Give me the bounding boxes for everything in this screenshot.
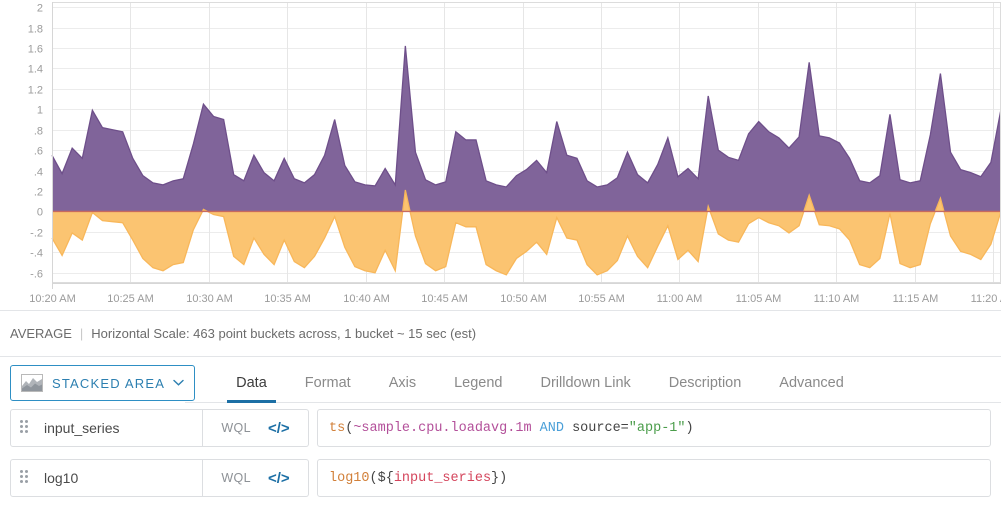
tab-label: Advanced xyxy=(779,375,844,391)
tab-description[interactable]: Description xyxy=(650,357,761,409)
x-tick-label: 10:45 AM xyxy=(421,293,467,305)
tab-label: Drilldown Link xyxy=(540,375,631,391)
tab-format[interactable]: Format xyxy=(286,357,370,409)
x-tick-label: 11:00 AM xyxy=(657,293,703,305)
y-tick-label: .8 xyxy=(34,126,43,138)
query-token: ~sample.cpu.loadavg.1m xyxy=(353,420,532,436)
y-tick-label: 1.2 xyxy=(28,85,43,97)
x-tick-label: 11:10 AM xyxy=(814,293,860,305)
tab-label: Data xyxy=(236,375,267,391)
chart-config-toolbar: STACKED AREA Data Format Axis Legend Drilldo… xyxy=(0,357,1001,409)
series-name-label: log10 xyxy=(44,470,79,486)
query-language-label[interactable]: WQL xyxy=(221,421,251,435)
tab-data[interactable]: Data xyxy=(217,357,286,409)
query-token: log10 xyxy=(329,470,370,486)
query-token: input_series xyxy=(393,470,492,486)
query-token xyxy=(564,421,572,436)
query-token: ( xyxy=(345,420,354,436)
drag-handle-icon[interactable] xyxy=(20,470,32,486)
series-name-field[interactable]: log10 xyxy=(10,459,203,497)
query-language-label[interactable]: WQL xyxy=(221,471,251,485)
query-token xyxy=(532,421,540,436)
tab-drilldown-link[interactable]: Drilldown Link xyxy=(522,357,650,409)
x-tick-label: 11:20 AM xyxy=(971,293,1001,305)
timeseries-area-chart[interactable]: 21.81.61.41.21.8.6.4.20-.2-.4-.610:20 AM… xyxy=(0,0,1001,311)
tab-axis[interactable]: Axis xyxy=(370,357,435,409)
query-token: }) xyxy=(491,470,508,486)
x-tick-label: 10:20 AM xyxy=(29,293,75,305)
query-token: ) xyxy=(685,420,694,436)
query-token: source= xyxy=(572,420,629,436)
expression-row: log10 WQL </> log10 (${input_series}) xyxy=(10,459,991,497)
y-tick-label: .6 xyxy=(34,146,43,158)
chevron-down-icon xyxy=(173,378,184,389)
y-tick-label: -.6 xyxy=(30,269,43,281)
tab-label: Format xyxy=(304,375,351,391)
tab-advanced[interactable]: Advanced xyxy=(760,357,863,409)
x-tick-label: 10:40 AM xyxy=(343,293,389,305)
query-expression-input[interactable]: ts(~sample.cpu.loadavg.1m AND source= "ap… xyxy=(317,409,991,447)
y-tick-label: 2 xyxy=(37,3,43,15)
config-tab-bar: Data Format Axis Legend Drilldown Link Descri… xyxy=(217,357,863,409)
query-language-cell: WQL </> xyxy=(203,409,309,447)
x-tick-label: 10:50 AM xyxy=(500,293,546,305)
tab-label: Legend xyxy=(454,375,503,391)
aggregation-label: AVERAGE xyxy=(10,326,72,341)
y-tick-label: .4 xyxy=(34,167,43,179)
chart-type-label: STACKED AREA xyxy=(52,375,166,391)
y-tick-label: 1.6 xyxy=(28,44,43,56)
query-token: "app-1" xyxy=(628,420,686,436)
code-editor-icon[interactable]: </> xyxy=(268,420,290,437)
y-tick-label: -.2 xyxy=(30,228,43,240)
horizontal-scale-text: Horizontal Scale: 463 point buckets acro… xyxy=(91,326,477,341)
x-tick-label: 10:30 AM xyxy=(186,293,232,305)
query-token: ts xyxy=(329,420,346,436)
series-name-field[interactable]: input_series xyxy=(10,409,203,447)
chart-panel[interactable]: 2 1.8 1.6 1.4 1.2 1.8.6.4.2 0 -.2 -.4 -.6 10:20 AM… xyxy=(0,0,1001,311)
tab-label: Axis xyxy=(388,375,417,391)
x-tick-label: 10:35 AM xyxy=(264,293,310,305)
query-token: AND xyxy=(539,420,564,436)
expression-rows: input_series WQL </> ts(~sample.cpu.loadavg… xyxy=(0,409,1001,497)
tab-legend[interactable]: Legend xyxy=(435,357,521,409)
chart-status-bar: AVERAGE | Horizontal Scale: 463 point bu… xyxy=(0,311,1001,357)
series-name-label: input_series xyxy=(44,420,120,436)
y-tick-label: 1.4 xyxy=(28,64,43,76)
chart-type-dropdown[interactable]: STACKED AREA xyxy=(10,365,196,401)
expression-row: input_series WQL </> ts(~sample.cpu.loadavg… xyxy=(10,409,991,447)
y-tick-label: .2 xyxy=(34,187,43,199)
query-expression-input[interactable]: log10 (${input_series}) xyxy=(317,459,991,497)
query-token: (${ xyxy=(369,470,394,486)
y-tick-label: 1.8 xyxy=(28,24,43,36)
area-chart-icon xyxy=(21,374,43,392)
y-tick-label: -.4 xyxy=(30,248,43,260)
drag-handle-icon[interactable] xyxy=(20,420,32,436)
y-tick-label: 1 xyxy=(37,105,43,117)
code-editor-icon[interactable]: </> xyxy=(268,470,290,487)
x-tick-label: 10:55 AM xyxy=(578,293,624,305)
x-tick-label: 10:25 AM xyxy=(107,293,153,305)
x-tick-label: 11:05 AM xyxy=(736,293,782,305)
query-language-cell: WQL </> xyxy=(203,459,309,497)
tab-label: Description xyxy=(668,375,742,391)
x-tick-label: 11:15 AM xyxy=(893,293,939,305)
status-separator: | xyxy=(79,326,84,341)
y-tick-label: 0 xyxy=(37,207,43,219)
